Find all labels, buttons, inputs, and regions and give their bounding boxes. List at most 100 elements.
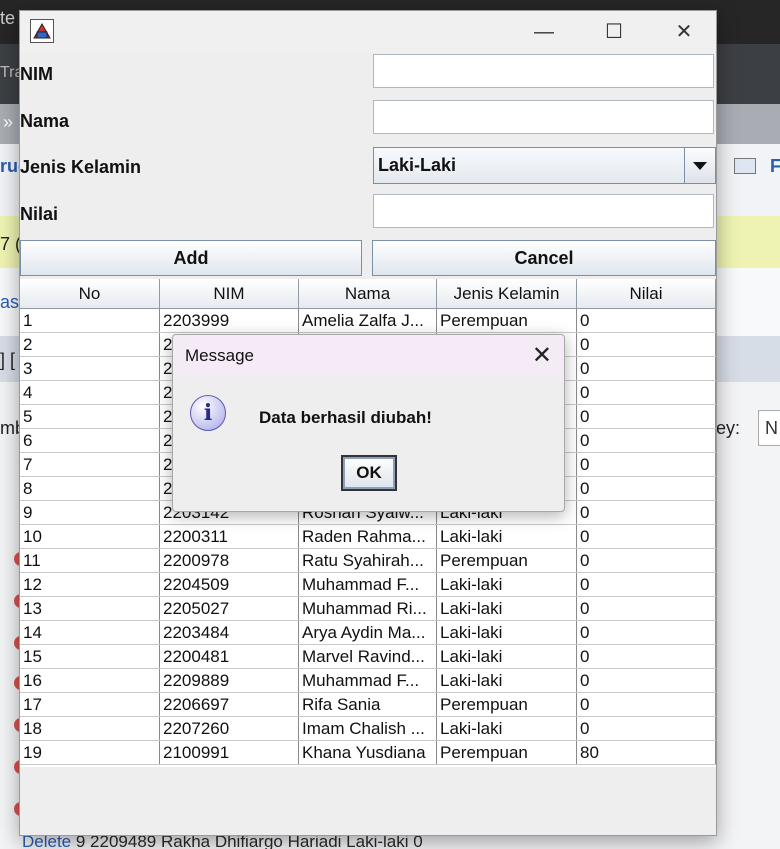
- cell-no[interactable]: 13: [20, 597, 160, 620]
- cell-nim[interactable]: 2200481: [160, 645, 299, 668]
- cell-nilai[interactable]: 0: [577, 429, 716, 452]
- cell-no[interactable]: 10: [20, 525, 160, 548]
- cell-jenis-kelamin[interactable]: Laki-laki: [437, 669, 577, 692]
- cell-nama[interactable]: Muhammad F...: [299, 573, 437, 596]
- table-row[interactable]: 17 2206697 Rifa Sania Perempuan 0: [20, 693, 716, 717]
- cell-nilai[interactable]: 0: [577, 549, 716, 572]
- column-header-jenis-kelamin[interactable]: Jenis Kelamin: [437, 279, 577, 309]
- cell-nim[interactable]: 2203999: [160, 309, 299, 332]
- cell-nim[interactable]: 2206697: [160, 693, 299, 716]
- cell-jenis-kelamin[interactable]: Laki-laki: [437, 597, 577, 620]
- cell-no[interactable]: 16: [20, 669, 160, 692]
- cell-nilai[interactable]: 0: [577, 645, 716, 668]
- table-row[interactable]: 19 2100991 Khana Yusdiana Perempuan 80: [20, 741, 716, 765]
- cell-nim[interactable]: 2209889: [160, 669, 299, 692]
- cell-nama[interactable]: Muhammad Ri...: [299, 597, 437, 620]
- cell-jenis-kelamin[interactable]: Laki-laki: [437, 717, 577, 740]
- cell-no[interactable]: 19: [20, 741, 160, 764]
- table-row[interactable]: 12 2204509 Muhammad F... Laki-laki 0: [20, 573, 716, 597]
- cell-nilai[interactable]: 0: [577, 453, 716, 476]
- cell-no[interactable]: 8: [20, 477, 160, 500]
- cell-nim[interactable]: 2204509: [160, 573, 299, 596]
- cell-nim[interactable]: 2203484: [160, 621, 299, 644]
- cell-nama[interactable]: Khana Yusdiana: [299, 741, 437, 764]
- table-row[interactable]: 10 2200311 Raden Rahma... Laki-laki 0: [20, 525, 716, 549]
- cell-no[interactable]: 18: [20, 717, 160, 740]
- table-row[interactable]: 1 2203999 Amelia Zalfa J... Perempuan 0: [20, 309, 716, 333]
- table-row[interactable]: 14 2203484 Arya Aydin Ma... Laki-laki 0: [20, 621, 716, 645]
- minimize-button[interactable]: —: [524, 19, 564, 45]
- add-button[interactable]: Add: [20, 240, 362, 276]
- nim-input[interactable]: [373, 54, 714, 88]
- table-row[interactable]: 15 2200481 Marvel Ravind... Laki-laki 0: [20, 645, 716, 669]
- cell-nilai[interactable]: 0: [577, 309, 716, 332]
- cell-nama[interactable]: Rifa Sania: [299, 693, 437, 716]
- cell-no[interactable]: 14: [20, 621, 160, 644]
- dialog-close-icon[interactable]: ✕: [532, 341, 552, 370]
- cell-nama[interactable]: Amelia Zalfa J...: [299, 309, 437, 332]
- table-row[interactable]: 16 2209889 Muhammad F... Laki-laki 0: [20, 669, 716, 693]
- maximize-button[interactable]: ☐: [594, 19, 634, 45]
- cell-nilai[interactable]: 0: [577, 597, 716, 620]
- cell-jenis-kelamin[interactable]: Perempuan: [437, 693, 577, 716]
- cell-nama[interactable]: Arya Aydin Ma...: [299, 621, 437, 644]
- cell-no[interactable]: 12: [20, 573, 160, 596]
- background-input[interactable]: N: [758, 410, 780, 446]
- nama-input[interactable]: [373, 100, 714, 134]
- cell-jenis-kelamin[interactable]: Laki-laki: [437, 525, 577, 548]
- cell-jenis-kelamin[interactable]: Perempuan: [437, 741, 577, 764]
- table-row[interactable]: 18 2207260 Imam Chalish ... Laki-laki 0: [20, 717, 716, 741]
- ok-button[interactable]: OK: [341, 455, 397, 491]
- cell-nama[interactable]: Imam Chalish ...: [299, 717, 437, 740]
- column-header-nilai[interactable]: Nilai: [577, 279, 716, 309]
- cell-no[interactable]: 5: [20, 405, 160, 428]
- table-row[interactable]: 13 2205027 Muhammad Ri... Laki-laki 0: [20, 597, 716, 621]
- cell-nilai[interactable]: 0: [577, 381, 716, 404]
- cell-nama[interactable]: Marvel Ravind...: [299, 645, 437, 668]
- cell-nilai[interactable]: 0: [577, 501, 716, 524]
- cell-no[interactable]: 11: [20, 549, 160, 572]
- table-row[interactable]: 11 2200978 Ratu Syahirah... Perempuan 0: [20, 549, 716, 573]
- cell-nilai[interactable]: 0: [577, 333, 716, 356]
- cell-jenis-kelamin[interactable]: Perempuan: [437, 549, 577, 572]
- cell-jenis-kelamin[interactable]: Perempuan: [437, 309, 577, 332]
- cell-nama[interactable]: Ratu Syahirah...: [299, 549, 437, 572]
- cell-nim[interactable]: 2200978: [160, 549, 299, 572]
- cell-nim[interactable]: 2200311: [160, 525, 299, 548]
- cell-nilai[interactable]: 0: [577, 405, 716, 428]
- column-header-nama[interactable]: Nama: [299, 279, 437, 309]
- cell-nim[interactable]: 2207260: [160, 717, 299, 740]
- cell-no[interactable]: 2: [20, 333, 160, 356]
- cell-nilai[interactable]: 0: [577, 669, 716, 692]
- cell-nilai[interactable]: 0: [577, 573, 716, 596]
- cell-no[interactable]: 4: [20, 381, 160, 404]
- cell-no[interactable]: 17: [20, 693, 160, 716]
- cell-jenis-kelamin[interactable]: Laki-laki: [437, 573, 577, 596]
- cell-nama[interactable]: Raden Rahma...: [299, 525, 437, 548]
- cell-nilai[interactable]: 0: [577, 357, 716, 380]
- column-header-no[interactable]: No: [20, 279, 160, 309]
- cell-no[interactable]: 7: [20, 453, 160, 476]
- cell-nilai[interactable]: 80: [577, 741, 716, 764]
- jenis-kelamin-select[interactable]: Laki-Laki: [373, 147, 716, 184]
- cell-no[interactable]: 3: [20, 357, 160, 380]
- cell-nilai[interactable]: 0: [577, 621, 716, 644]
- cell-nilai[interactable]: 0: [577, 693, 716, 716]
- cell-jenis-kelamin[interactable]: Laki-laki: [437, 645, 577, 668]
- cell-nilai[interactable]: 0: [577, 717, 716, 740]
- close-button[interactable]: ✕: [664, 19, 704, 45]
- cell-nim[interactable]: 2205027: [160, 597, 299, 620]
- background-fragment[interactable]: F: [770, 156, 780, 177]
- cell-no[interactable]: 9: [20, 501, 160, 524]
- cell-nilai[interactable]: 0: [577, 477, 716, 500]
- column-header-nim[interactable]: NIM: [160, 279, 299, 309]
- cell-no[interactable]: 1: [20, 309, 160, 332]
- cell-no[interactable]: 6: [20, 429, 160, 452]
- cell-nama[interactable]: Muhammad F...: [299, 669, 437, 692]
- nilai-input[interactable]: [373, 194, 714, 228]
- cell-jenis-kelamin[interactable]: Laki-laki: [437, 621, 577, 644]
- cell-no[interactable]: 15: [20, 645, 160, 668]
- cancel-button[interactable]: Cancel: [372, 240, 716, 276]
- cell-nilai[interactable]: 0: [577, 525, 716, 548]
- cell-nim[interactable]: 2100991: [160, 741, 299, 764]
